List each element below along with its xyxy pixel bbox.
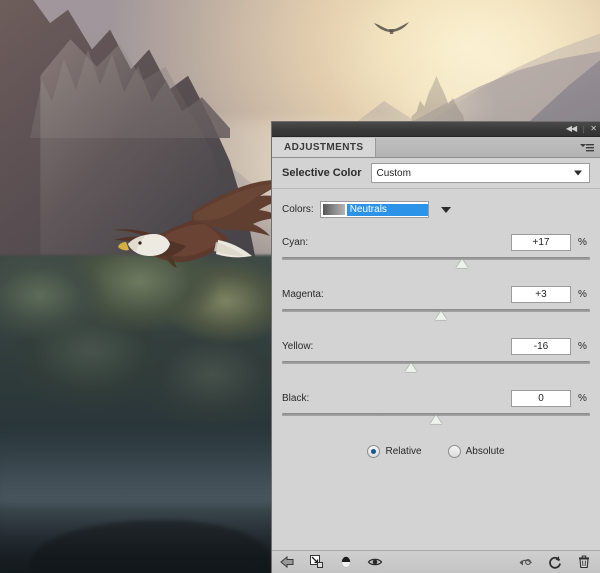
- magenta-input[interactable]: +3: [511, 285, 571, 303]
- delete-icon[interactable]: [576, 554, 592, 570]
- slider-magenta: Magenta: +3 %: [282, 284, 590, 325]
- radio-absolute-label: Absolute: [465, 446, 505, 457]
- cyan-label: Cyan:: [282, 236, 309, 248]
- panel-tabstrip: ADJUSTMENTS: [272, 137, 600, 158]
- preset-value: Custom: [376, 167, 411, 179]
- radio-relative[interactable]: Relative: [367, 445, 422, 458]
- reset-icon[interactable]: [547, 554, 563, 570]
- adjustments-panel: ◀◀ | ✕ ADJUSTMENTS Selective Color Custo…: [272, 122, 600, 573]
- radio-relative-label: Relative: [385, 446, 422, 457]
- panel-menu-icon[interactable]: [579, 141, 595, 153]
- toggle-mask-icon[interactable]: [338, 554, 354, 570]
- radio-relative-dot: [367, 445, 381, 458]
- back-arrow-icon[interactable]: [280, 554, 296, 570]
- colors-label: Colors:: [282, 204, 314, 215]
- cyan-track[interactable]: [282, 257, 590, 260]
- yellow-input[interactable]: -16: [511, 337, 571, 355]
- radio-absolute-dot: [447, 445, 461, 458]
- method-radio-group: Relative Absolute: [282, 445, 590, 458]
- yellow-track[interactable]: [282, 361, 590, 364]
- preset-dropdown[interactable]: Custom: [371, 163, 590, 183]
- black-input[interactable]: 0: [511, 389, 571, 407]
- clip-to-layer-icon[interactable]: [309, 554, 325, 570]
- close-icon[interactable]: ✕: [590, 125, 597, 133]
- magenta-thumb[interactable]: [434, 311, 447, 320]
- panel-titlebar: ◀◀ | ✕: [272, 122, 600, 137]
- color-swatch: [322, 204, 345, 215]
- slider-yellow: Yellow: -16 %: [282, 336, 590, 377]
- tab-adjustments-label: ADJUSTMENTS: [284, 142, 364, 153]
- black-thumb[interactable]: [430, 415, 442, 424]
- colors-chevron-down-icon[interactable]: [440, 206, 451, 213]
- black-unit: %: [578, 392, 587, 404]
- adjustment-header: Selective Color Custom: [272, 158, 600, 189]
- adjustment-title: Selective Color: [282, 167, 362, 179]
- chevron-down-icon: [574, 170, 582, 176]
- colors-selected-value: Neutrals: [346, 203, 428, 216]
- magenta-unit: %: [578, 288, 587, 300]
- colors-row: Colors: Neutrals: [282, 201, 590, 218]
- magenta-label: Magenta:: [282, 288, 324, 300]
- tab-adjustments[interactable]: ADJUSTMENTS: [272, 138, 377, 157]
- yellow-thumb[interactable]: [405, 363, 418, 372]
- black-label: Black:: [282, 392, 310, 404]
- colors-dropdown[interactable]: Neutrals: [319, 201, 429, 218]
- preview-eye-icon[interactable]: [367, 554, 383, 570]
- cyan-input[interactable]: +17: [511, 233, 571, 251]
- yellow-unit: %: [578, 340, 587, 352]
- radio-absolute[interactable]: Absolute: [447, 445, 505, 458]
- panel-body: Colors: Neutrals Cyan: +17 % Magenta: +3: [272, 189, 600, 458]
- cyan-thumb[interactable]: [456, 259, 469, 268]
- reset-view-icon[interactable]: [518, 554, 534, 570]
- yellow-label: Yellow:: [282, 340, 314, 352]
- slider-cyan: Cyan: +17 %: [282, 232, 590, 273]
- tabstrip-filler: [376, 138, 600, 157]
- slider-black: Black: 0 %: [282, 388, 590, 429]
- cyan-unit: %: [578, 236, 587, 248]
- panel-footer: [272, 550, 600, 573]
- titlebar-separator: |: [582, 124, 585, 134]
- collapse-icon[interactable]: ◀◀: [566, 125, 577, 133]
